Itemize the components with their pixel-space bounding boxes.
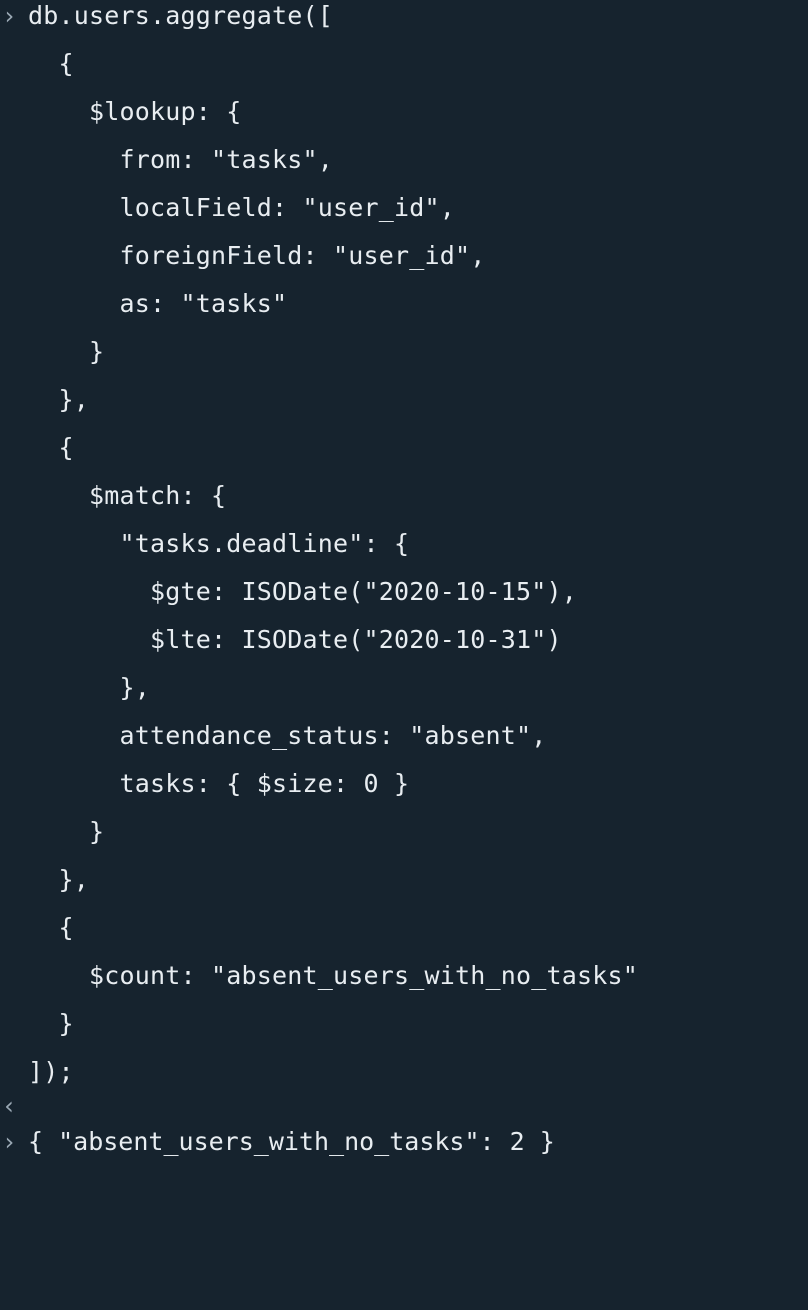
query-result: { "absent_users_with_no_tasks": 2 } — [28, 1127, 555, 1156]
output-line: › { "absent_users_with_no_tasks": 2 } — [0, 1118, 555, 1166]
code-line: } — [28, 337, 105, 366]
chevron-right-icon: › — [2, 1128, 17, 1156]
code-line: tasks: { $size: 0 } — [28, 769, 410, 798]
code-line: $match: { — [28, 481, 227, 510]
code-line: } — [28, 1009, 74, 1038]
code-line: foreignField: "user_id", — [28, 241, 486, 270]
code-line: $lte: ISODate("2020-10-31") — [28, 625, 562, 654]
code-line: localField: "user_id", — [28, 193, 456, 222]
code-line: { — [28, 433, 74, 462]
code-line: ]); — [28, 1057, 74, 1086]
code-line: db.users.aggregate([ — [28, 1, 334, 30]
code-line: $gte: ISODate("2020-10-15"), — [28, 577, 578, 606]
code-line: $count: "absent_users_with_no_tasks" — [28, 961, 639, 990]
code-line: "tasks.deadline": { — [28, 529, 410, 558]
code-line: $lookup: { — [28, 97, 242, 126]
code-line: }, — [28, 673, 151, 702]
code-line: }, — [28, 385, 90, 414]
code-line: attendance_status: "absent", — [28, 721, 547, 750]
code-line: { — [28, 913, 74, 942]
code-line: from: "tasks", — [28, 145, 334, 174]
command-line-1: › db.users.aggregate([ — [0, 0, 333, 40]
mongo-shell-console: › db.users.aggregate([ { $lookup: { from… — [0, 0, 808, 1158]
code-line: as: "tasks" — [28, 289, 288, 318]
code-line: { — [28, 49, 74, 78]
chevron-right-icon: › — [2, 2, 17, 30]
code-line: } — [28, 817, 105, 846]
code-line: }, — [28, 865, 90, 894]
